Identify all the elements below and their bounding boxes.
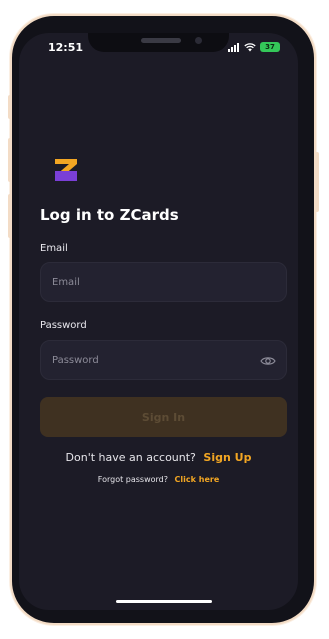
eye-icon[interactable]	[260, 353, 276, 369]
password-field[interactable]	[40, 340, 287, 380]
side-button-volume-down	[8, 194, 12, 238]
app-screen: 12:51 37 Log in to ZCards Email Password…	[19, 33, 298, 610]
notch	[88, 33, 229, 52]
signup-prompt: Don't have an account?	[65, 451, 196, 464]
password-label: Password	[40, 320, 87, 331]
page-title: Log in to ZCards	[40, 206, 179, 224]
forgot-row: Forgot password? Click here	[19, 475, 298, 484]
email-field[interactable]	[40, 262, 287, 302]
status-time: 12:51	[48, 41, 84, 54]
status-indicators: 37	[228, 42, 280, 52]
side-button-mute	[8, 95, 12, 119]
sign-in-button[interactable]: Sign In	[40, 397, 287, 437]
email-label: Email	[40, 243, 68, 254]
side-button-power	[315, 152, 319, 212]
home-indicator[interactable]	[116, 600, 212, 603]
signup-row: Don't have an account? Sign Up	[19, 451, 298, 464]
click-here-link[interactable]: Click here	[175, 475, 220, 484]
zcards-logo-icon	[55, 159, 77, 181]
speaker-grill	[141, 38, 181, 43]
battery-indicator: 37	[260, 42, 280, 52]
forgot-prompt: Forgot password?	[97, 475, 168, 484]
wifi-icon	[244, 42, 256, 51]
front-camera	[195, 37, 202, 44]
signal-icon	[228, 42, 239, 52]
side-button-volume-up	[8, 138, 12, 182]
sign-up-link[interactable]: Sign Up	[203, 451, 251, 464]
